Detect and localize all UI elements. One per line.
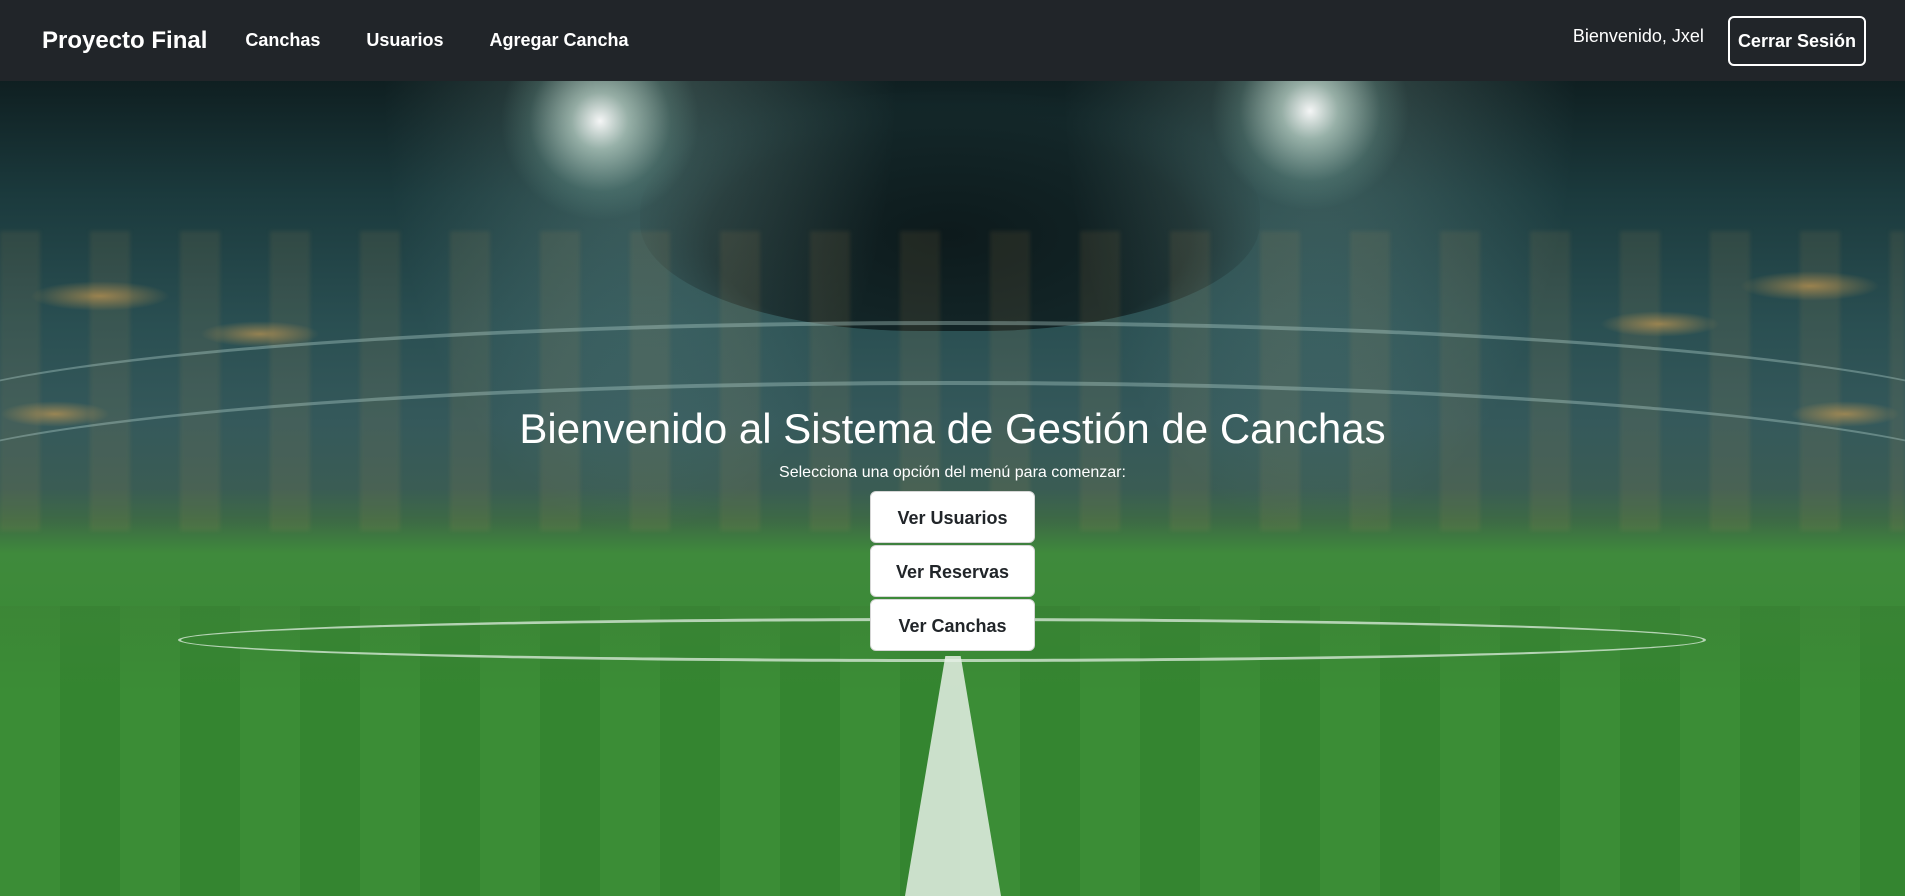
page: Proyecto Final Canchas Usuarios Agregar …	[0, 0, 1905, 896]
top-navbar: Proyecto Final Canchas Usuarios Agregar …	[0, 0, 1905, 81]
ver-usuarios-button[interactable]: Ver Usuarios	[870, 491, 1035, 543]
ver-canchas-button[interactable]: Ver Canchas	[870, 599, 1035, 651]
page-title: Bienvenido al Sistema de Gestión de Canc…	[519, 405, 1386, 452]
stand-light	[30, 281, 170, 311]
nav-link-usuarios[interactable]: Usuarios	[366, 30, 443, 51]
nav-link-canchas[interactable]: Canchas	[245, 30, 320, 51]
hero-content: Bienvenido al Sistema de Gestión de Canc…	[0, 405, 1905, 651]
navbar-user-area: Bienvenido, Jxel Cerrar Sesión	[1572, 15, 1866, 66]
welcome-user-text: Bienvenido, Jxel	[1572, 26, 1704, 46]
action-button-list: Ver Usuarios Ver Reservas Ver Canchas	[0, 491, 1905, 651]
page-subtitle: Selecciona una opción del menú para come…	[779, 464, 1126, 481]
stand-light	[200, 321, 320, 347]
stand-light	[1600, 311, 1720, 337]
brand-link[interactable]: Proyecto Final	[42, 27, 207, 55]
stand-light	[1740, 271, 1880, 301]
logout-button[interactable]: Cerrar Sesión	[1727, 15, 1866, 66]
ver-reservas-button[interactable]: Ver Reservas	[870, 545, 1035, 597]
nav-link-agregar-cancha[interactable]: Agregar Cancha	[489, 30, 628, 51]
